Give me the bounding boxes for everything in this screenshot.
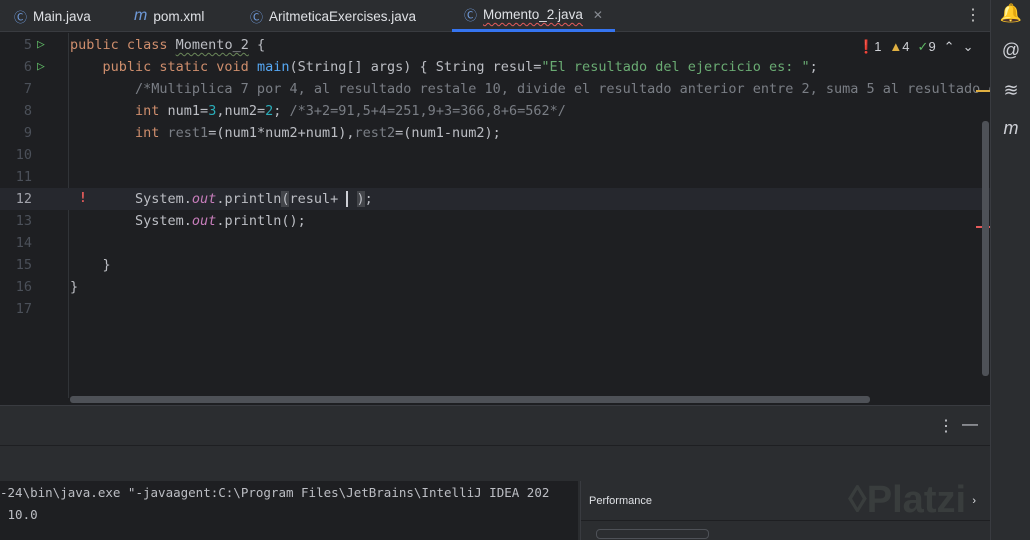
code-text: int rest1=(num1*num2+num1),rest2=(num1-n… bbox=[70, 125, 501, 141]
tab-pom-xml[interactable]: m pom.xml bbox=[134, 0, 204, 32]
run-icon[interactable]: ▷ bbox=[37, 56, 45, 78]
code-line: 6 ▷ public static void main(String[] args… bbox=[0, 56, 990, 78]
line-number: 17 bbox=[15, 301, 32, 317]
code-text: /*Multiplica 7 por 4, al resultado resta… bbox=[70, 81, 1005, 97]
ai-assistant-icon[interactable]: @ bbox=[991, 40, 1030, 61]
performance-label: Performance bbox=[589, 494, 652, 507]
runnable-class-icon: Ⓒ bbox=[464, 8, 478, 23]
code-text: int num1=3,num2=2; /*3+2=91,5+4=251,9+3=… bbox=[70, 103, 566, 119]
line-number: 12 bbox=[15, 191, 32, 207]
text-caret bbox=[346, 191, 349, 207]
code-editor[interactable]: ❗1 ▲4 ✓9 ⌃ ⌄ 5 ▷ public class Momento_2 { 6… bbox=[0, 33, 1005, 405]
code-text: } bbox=[70, 279, 79, 295]
line-number: 14 bbox=[15, 235, 32, 251]
code-line: 9 int rest1=(num1*num2+num1),rest2=(num1… bbox=[0, 122, 990, 144]
runnable-class-icon: Ⓒ bbox=[250, 9, 264, 25]
line-number: 16 bbox=[15, 279, 32, 295]
line-number: 8 bbox=[23, 103, 32, 119]
line-number: 15 bbox=[15, 257, 32, 273]
right-tool-strip: 🔔 @ ≋ m bbox=[990, 0, 1030, 540]
line-number: 6 bbox=[23, 59, 32, 75]
maven-icon: m bbox=[134, 7, 148, 24]
code-text: public class Momento_2 { bbox=[70, 37, 266, 53]
minimize-icon[interactable]: — bbox=[962, 416, 978, 434]
run-icon[interactable]: ▷ bbox=[37, 34, 45, 56]
code-line: 8 int num1=3,num2=2; /*3+2=91,5+4=251,9+… bbox=[0, 100, 990, 122]
code-line: 17 bbox=[0, 298, 990, 320]
tab-aritmetica[interactable]: Ⓒ AritmeticaExercises.java bbox=[250, 0, 416, 32]
code-line: 16} bbox=[0, 276, 990, 298]
platzi-watermark: ◊Platzi bbox=[848, 479, 967, 521]
code-line: 10 bbox=[0, 144, 990, 166]
tab-main-java[interactable]: Ⓒ Main.java bbox=[14, 0, 91, 32]
warning-stripe-marker[interactable] bbox=[976, 90, 990, 92]
console-line: -24\bin\java.exe "-javaagent:C:\Program … bbox=[0, 485, 550, 500]
line-number: 5 bbox=[23, 37, 32, 53]
code-line: 13 System.out.println(); bbox=[0, 210, 990, 232]
run-panel: ⋮ — -24\bin\java.exe "-javaagent:C:\Prog… bbox=[0, 405, 990, 540]
code-text: System.out.println(resul+ ); bbox=[70, 191, 373, 207]
console-line: 10.0 bbox=[0, 507, 38, 522]
editor-tabs: Ⓒ Main.java m pom.xml Ⓒ AritmeticaExercises… bbox=[0, 0, 990, 32]
console-output[interactable]: -24\bin\java.exe "-javaagent:C:\Program … bbox=[0, 481, 578, 540]
code-text: public static void main(String[] args) {… bbox=[70, 59, 818, 75]
notifications-icon[interactable]: 🔔 bbox=[991, 3, 1030, 24]
database-icon[interactable]: ≋ bbox=[991, 80, 1030, 101]
performance-button[interactable] bbox=[596, 529, 709, 539]
more-options-icon[interactable]: ⋮ bbox=[938, 416, 954, 436]
more-icon[interactable]: ⋮ bbox=[965, 5, 981, 25]
vertical-scrollbar[interactable] bbox=[982, 121, 989, 376]
code-line: 15 } bbox=[0, 254, 990, 276]
line-number: 10 bbox=[15, 147, 32, 163]
code-line: 5 ▷ public class Momento_2 { bbox=[0, 34, 990, 56]
current-code-line: 12! System.out.println(resul+ ); bbox=[0, 188, 990, 210]
code-line: 11 bbox=[0, 166, 990, 188]
line-number: 13 bbox=[15, 213, 32, 229]
line-number: 7 bbox=[23, 81, 32, 97]
tab-label: pom.xml bbox=[153, 8, 205, 24]
tab-momento-2[interactable]: Ⓒ Momento_2.java ✕ bbox=[452, 0, 615, 32]
code-line: 7 /*Multiplica 7 por 4, al resultado res… bbox=[0, 78, 1005, 100]
tab-label: Momento_2.java bbox=[483, 7, 583, 22]
line-number: 11 bbox=[15, 169, 32, 185]
panel-header: ⋮ — bbox=[0, 406, 990, 446]
class-icon: Ⓒ bbox=[14, 9, 28, 25]
line-number: 9 bbox=[23, 125, 32, 141]
tab-label: Main.java bbox=[33, 8, 91, 24]
maven-icon[interactable]: m bbox=[991, 118, 1030, 139]
code-line: 14 bbox=[0, 232, 990, 254]
tab-label: AritmeticaExercises.java bbox=[269, 8, 417, 24]
close-icon[interactable]: ✕ bbox=[593, 8, 603, 22]
horizontal-scrollbar[interactable] bbox=[70, 396, 870, 403]
code-text: System.out.println(); bbox=[70, 213, 306, 229]
chevron-right-icon: › bbox=[972, 494, 976, 507]
code-text: } bbox=[70, 257, 111, 273]
